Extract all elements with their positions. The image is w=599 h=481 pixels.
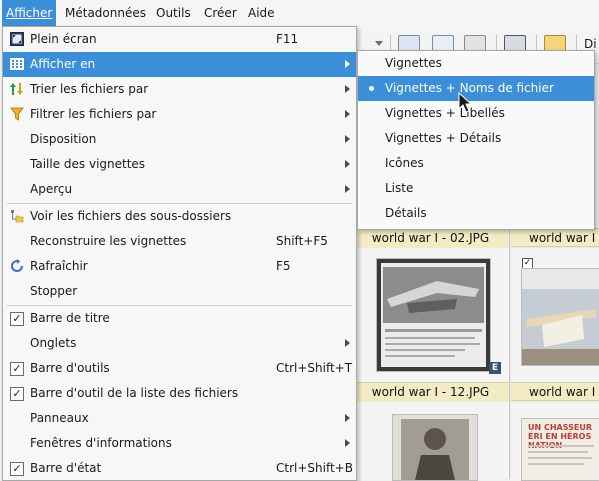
afficher-en-submenu: Vignettes Vignettes + Noms de fichier Vi… (357, 50, 595, 230)
portrait-photo-icon (393, 415, 477, 480)
menu-afficher[interactable]: Afficher (2, 0, 57, 27)
checkmark-icon: ✓ (10, 462, 24, 476)
mouse-cursor-icon (458, 92, 473, 113)
thumbnail-cell[interactable] (352, 402, 509, 481)
menu-item-stopper[interactable]: Stopper (3, 279, 356, 304)
submenu-arrow-icon (345, 85, 350, 93)
thumbnail-cell[interactable]: E (352, 248, 509, 382)
filter-icon (10, 107, 24, 121)
grid-divider (509, 228, 510, 479)
menu-item-filtrer[interactable]: Filtrer les fichiers par (3, 102, 356, 127)
submenu-arrow-icon (345, 110, 350, 118)
submenu-item-details[interactable]: Détails (358, 201, 594, 226)
submenu-item-vignettes[interactable]: Vignettes (358, 51, 594, 76)
thumbnail-grid: world war I - 02.JPG world war I - E ✓ w… (352, 228, 599, 481)
sort-icon (10, 83, 23, 95)
thumbnail-caption: world war I - (511, 228, 599, 247)
menu-item-disposition[interactable]: Disposition (3, 127, 356, 152)
menu-item-taille-vignettes[interactable]: Taille des vignettes (3, 152, 356, 177)
menu-item-onglets[interactable]: Onglets (3, 331, 356, 356)
checkmark-icon: ✓ (10, 312, 24, 326)
menu-item-reconstruire-vignettes[interactable]: Reconstruire les vignettes Shift+F5 (3, 229, 356, 254)
submenu-item-vignettes-noms[interactable]: Vignettes + Noms de fichier (358, 76, 594, 101)
submenu-item-icones[interactable]: Icônes (358, 151, 594, 176)
toolbar-partial-label[interactable]: Di (584, 37, 597, 51)
aircraft-photo-icon (381, 263, 486, 367)
menu-bar: Afficher Métadonnées Outils Créer Aide (0, 0, 599, 27)
afficher-menu: Plein écran F11 Afficher en Trier les fi… (2, 26, 357, 481)
submenu-item-vignettes-details[interactable]: Vignettes + Détails (358, 126, 594, 151)
menu-item-barre-titre[interactable]: ✓ Barre de titre (3, 306, 356, 331)
menu-item-barre-outils[interactable]: ✓ Barre d'outils Ctrl+Shift+T (3, 356, 356, 381)
thumbnail-image (392, 414, 478, 481)
menu-item-apercu[interactable]: Aperçu (3, 177, 356, 202)
menu-item-rafraichir[interactable]: Rafraîchir F5 (3, 254, 356, 279)
checkmark-icon: ✓ (10, 362, 24, 376)
thumbnail-cell[interactable]: ✓ (511, 248, 599, 382)
menu-metadonnees[interactable]: Métadonnées (61, 0, 150, 27)
thumbnail-cell[interactable]: UN CHASSEUR ÉRI EN HÉROS NATION (511, 402, 599, 481)
refresh-icon (11, 259, 23, 272)
thumbnail-image (376, 258, 491, 372)
submenu-arrow-icon (345, 60, 350, 68)
thumbnail-caption: world war I - 12.JPG (352, 382, 509, 403)
submenu-arrow-icon (345, 185, 350, 193)
submenu-arrow-icon (345, 135, 350, 143)
thumbnail-image (521, 268, 599, 366)
submenu-item-vignettes-libelles[interactable]: Vignettes + Libellés (358, 101, 594, 126)
menu-creer[interactable]: Créer (200, 0, 241, 27)
thumbnail-caption: world war I - 02.JPG (352, 228, 509, 249)
fullscreen-icon (10, 32, 24, 46)
menu-item-trier[interactable]: Trier les fichiers par (3, 77, 356, 102)
menu-item-panneaux[interactable]: Panneaux (3, 406, 356, 431)
grid-view-icon (10, 58, 24, 70)
radio-selected-icon (369, 86, 374, 91)
checkmark-icon: ✓ (10, 387, 24, 401)
museum-photo-icon (522, 269, 599, 365)
thumbnail-image: UN CHASSEUR ÉRI EN HÉROS NATION (521, 418, 599, 481)
menu-aide[interactable]: Aide (244, 0, 279, 27)
subfolder-icon (11, 210, 24, 223)
submenu-arrow-icon (345, 414, 350, 422)
submenu-arrow-icon (345, 339, 350, 347)
menu-item-fenetres-informations[interactable]: Fenêtres d'informations (3, 431, 356, 456)
menu-item-plein-ecran[interactable]: Plein écran F11 (3, 27, 356, 52)
submenu-arrow-icon (345, 160, 350, 168)
menu-item-sous-dossiers[interactable]: Voir les fichiers des sous-dossiers (3, 204, 356, 229)
menu-outils[interactable]: Outils (152, 0, 195, 27)
dropdown-arrow-icon[interactable] (375, 41, 383, 46)
menu-item-barre-etat[interactable]: ✓ Barre d'état Ctrl+Shift+B (3, 456, 356, 481)
menu-item-barre-outil-liste[interactable]: ✓ Barre d'outil de la liste des fichiers (3, 381, 356, 406)
exif-badge: E (489, 362, 501, 374)
menu-item-afficher-en[interactable]: Afficher en (3, 52, 356, 77)
submenu-item-liste[interactable]: Liste (358, 176, 594, 201)
thumbnail-caption: world war I - (511, 382, 599, 401)
submenu-arrow-icon (345, 439, 350, 447)
